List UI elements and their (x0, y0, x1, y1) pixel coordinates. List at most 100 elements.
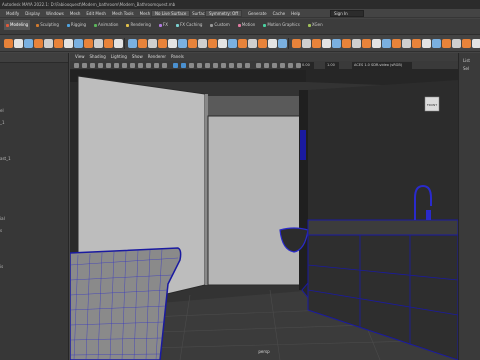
viewport-menu-show[interactable]: Show (132, 53, 143, 61)
menu-generate[interactable]: Generate (248, 9, 267, 17)
viewport-panel[interactable]: View Shading Lighting Show Renderer Panels 0.… (70, 53, 458, 360)
unfold-icon[interactable] (292, 39, 301, 48)
shelf-tab-sculpting[interactable]: Sculpting (34, 20, 61, 30)
safe-title-icon[interactable] (162, 63, 167, 68)
image-plane-icon[interactable] (106, 63, 111, 68)
outliner-item[interactable]: is (0, 264, 3, 269)
menu-modify[interactable]: Modify (6, 9, 19, 17)
chamfer-icon[interactable] (392, 39, 401, 48)
xray-icon[interactable] (264, 63, 269, 68)
menu-help[interactable]: Help (291, 9, 300, 17)
dof-icon[interactable] (245, 63, 250, 68)
exposure-icon[interactable] (288, 63, 293, 68)
mirror-icon[interactable] (168, 39, 177, 48)
viewport-menu-lighting[interactable]: Lighting (111, 53, 127, 61)
outliner-item[interactable]: ast_1 (0, 156, 11, 161)
torus-icon[interactable] (54, 39, 63, 48)
gate-mask-icon[interactable] (138, 63, 143, 68)
wireframe-on-shaded-icon[interactable] (197, 63, 202, 68)
quad-draw-icon[interactable] (432, 39, 441, 48)
scene-3d-view[interactable]: FRONT persp (70, 70, 458, 360)
resolution-gate-icon[interactable] (130, 63, 135, 68)
textured-icon[interactable] (205, 63, 210, 68)
insert-loop-icon[interactable] (218, 39, 227, 48)
cylinder-icon[interactable] (24, 39, 33, 48)
isolate-icon[interactable] (256, 63, 261, 68)
shelf-tab-custom[interactable]: Custom (208, 20, 231, 30)
channel-box-tab-list[interactable]: List (463, 58, 470, 63)
shadows-icon[interactable] (221, 63, 226, 68)
viewport-menu-panels[interactable]: Panels (171, 53, 184, 61)
sculpt-icon[interactable] (442, 39, 451, 48)
automatic-uv-icon[interactable] (322, 39, 331, 48)
circularize-icon[interactable] (402, 39, 411, 48)
type-icon[interactable] (114, 39, 123, 48)
antialias-icon[interactable] (237, 63, 242, 68)
retopo-icon[interactable] (422, 39, 431, 48)
viewport-menu-renderer[interactable]: Renderer (148, 53, 166, 61)
boolean-icon[interactable] (158, 39, 167, 48)
camera-attributes-icon[interactable] (90, 63, 95, 68)
bevel-icon[interactable] (198, 39, 207, 48)
color-space-dropdown[interactable]: ACES 1.0 SDR-video (sRGB) (352, 62, 412, 69)
svg-icon[interactable] (104, 39, 113, 48)
wedge-icon[interactable] (382, 39, 391, 48)
multi-cut-icon[interactable] (228, 39, 237, 48)
spherical-uv-icon[interactable] (342, 39, 351, 48)
outliner-item[interactable]: el (0, 108, 4, 113)
cube-icon[interactable] (14, 39, 23, 48)
wireframe-icon[interactable] (173, 63, 178, 68)
separate-icon[interactable] (138, 39, 147, 48)
cone-icon[interactable] (34, 39, 43, 48)
triangulate-icon[interactable] (268, 39, 277, 48)
default-material-icon[interactable] (189, 63, 194, 68)
smooth-shade-icon[interactable] (181, 63, 186, 68)
lock-camera-icon[interactable] (82, 63, 87, 68)
safe-action-icon[interactable] (154, 63, 159, 68)
grab-icon[interactable] (452, 39, 461, 48)
merge-icon[interactable] (248, 39, 257, 48)
shelf-tab-fx-caching[interactable]: FX Caching (174, 20, 204, 30)
shelf-tab-fx[interactable]: FX (157, 20, 170, 30)
bookmark-icon[interactable] (98, 63, 103, 68)
outliner-item[interactable]: s (0, 228, 2, 233)
field-chart-icon[interactable] (146, 63, 151, 68)
fill-hole-icon[interactable] (208, 39, 217, 48)
menu-cache[interactable]: Cache (273, 9, 285, 17)
shelf-tab-rendering[interactable]: Rendering (124, 20, 152, 30)
select-camera-icon[interactable] (74, 63, 79, 68)
xray-joints-icon[interactable] (272, 63, 277, 68)
shelf-tab-modeling[interactable]: Modeling (4, 20, 31, 30)
smart-extrude-icon[interactable] (362, 39, 371, 48)
lights-icon[interactable] (213, 63, 218, 68)
shelf-tab-rigging[interactable]: Rigging (65, 20, 88, 30)
gamma-field[interactable]: 1.00 (325, 62, 339, 69)
planar-uv-icon[interactable] (312, 39, 321, 48)
menu-display[interactable]: Display (25, 9, 40, 17)
shelf-tab-xgen[interactable]: XGen (306, 20, 325, 30)
grid-icon[interactable] (114, 63, 119, 68)
plane-icon[interactable] (44, 39, 53, 48)
menu-mesh-tools[interactable]: Mesh Tools (112, 9, 134, 17)
smooth-icon[interactable] (148, 39, 157, 48)
ambient-occlusion-icon[interactable] (229, 63, 234, 68)
gamma-icon[interactable] (296, 63, 301, 68)
symmetry-dropdown[interactable]: Symmetry: Off (205, 10, 242, 17)
bridge-icon[interactable] (188, 39, 197, 48)
camera-uv-icon[interactable] (352, 39, 361, 48)
layout-icon[interactable] (302, 39, 311, 48)
target-weld-icon[interactable] (238, 39, 247, 48)
outliner-item[interactable]: ial (0, 216, 5, 221)
shelf-tab-animation[interactable]: Animation (92, 20, 120, 30)
viewport-menu-shading[interactable]: Shading (90, 53, 106, 61)
shelf-tab-motion[interactable]: Motion (236, 20, 258, 30)
live-surface-dropdown[interactable]: No Live Surface (151, 10, 191, 17)
reduce-icon[interactable] (412, 39, 421, 48)
soccer-icon[interactable] (94, 39, 103, 48)
film-gate-icon[interactable] (122, 63, 127, 68)
cylindrical-uv-icon[interactable] (332, 39, 341, 48)
sphere-icon[interactable] (4, 39, 13, 48)
menu-windows[interactable]: Windows (46, 9, 64, 17)
helix-icon[interactable] (84, 39, 93, 48)
menu-mesh[interactable]: Mesh (70, 9, 81, 17)
